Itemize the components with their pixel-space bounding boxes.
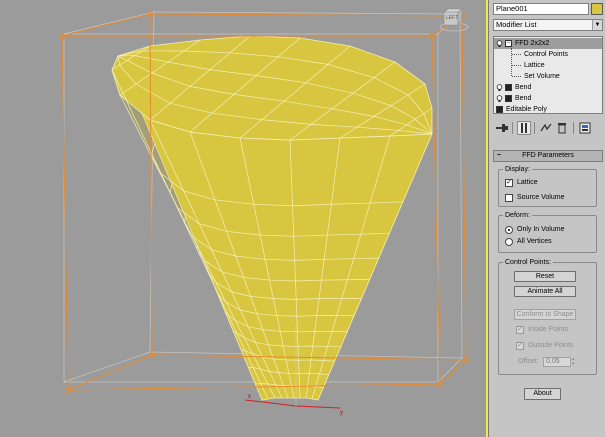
radio-selected-icon[interactable] [505, 226, 513, 234]
bounding-box-edge [63, 351, 151, 383]
show-end-result-button[interactable] [517, 121, 531, 135]
option-label: Outside Points [528, 342, 574, 349]
display-group: Display: ✓ Lattice Source Volume [498, 165, 597, 207]
viewcube[interactable]: LEFT [440, 8, 469, 32]
expand-plus-icon[interactable] [505, 95, 512, 102]
command-panel: Plane001 Modifier List ▼ − FFD 2x2x2 Con… [488, 0, 605, 437]
expand-plus-icon[interactable] [496, 106, 503, 113]
bounding-box-edge [63, 11, 155, 35]
option-label: Only In Volume [517, 226, 565, 233]
axis-y-label: y [340, 410, 343, 416]
show-end-result-icon [521, 123, 527, 133]
expand-minus-icon[interactable]: − [505, 40, 512, 47]
subitem-label: Lattice [524, 62, 545, 69]
perspective-viewport[interactable]: xy LEFT [0, 0, 488, 437]
animate-all-button[interactable]: Animate All [514, 286, 576, 297]
offset-label: Offset: [518, 358, 539, 365]
lightbulb-icon[interactable] [496, 95, 503, 102]
axis-x-label: x [248, 394, 251, 400]
checkmark-icon[interactable]: ✓ [516, 342, 524, 350]
offset-spinner[interactable]: 0,05 [543, 357, 571, 367]
subitem-label: Control Points [524, 51, 568, 58]
lattice-edge [67, 383, 441, 391]
lattice-edge [61, 35, 69, 391]
viewcube-label: LEFT [446, 15, 459, 21]
stack-subitem-lattice[interactable]: Lattice [494, 60, 602, 71]
reset-button[interactable]: Reset [514, 271, 576, 282]
pin-stack-button[interactable] [495, 121, 509, 135]
configure-modifier-sets-button[interactable] [578, 121, 592, 135]
toolbar-divider [573, 122, 574, 134]
make-unique-icon [540, 123, 552, 132]
group-label: Control Points: [503, 258, 553, 267]
stack-item-bend[interactable]: Bend [494, 82, 602, 93]
group-label: Display: [503, 165, 532, 174]
stack-subitem-set-volume[interactable]: Set Volume [494, 71, 602, 82]
stack-subitem-control-points[interactable]: Control Points [494, 49, 602, 60]
lattice-edge [439, 359, 467, 385]
modifier-list-label: Modifier List [496, 20, 537, 29]
lattice-edge [461, 15, 467, 361]
lattice-edge [67, 354, 153, 391]
offset-value: 0,05 [546, 358, 560, 365]
control-points-group: Control Points: Reset Animate All Confor… [498, 258, 597, 375]
spinner-arrows-icon[interactable]: ▴ ▾ [572, 357, 578, 367]
stack-item-label: Bend [515, 84, 532, 91]
group-label: Deform: [503, 211, 532, 220]
stack-item-label: FFD 2x2x2 [515, 40, 550, 47]
lightbulb-icon[interactable] [496, 84, 503, 91]
about-button[interactable]: About [524, 388, 561, 400]
configure-sets-icon [579, 122, 591, 134]
collapse-minus-icon[interactable]: − [497, 151, 501, 161]
stack-item-bend[interactable]: Bend [494, 93, 602, 104]
expand-plus-icon[interactable] [505, 84, 512, 91]
viewcube-icon [440, 8, 469, 32]
subitem-label: Set Volume [524, 73, 560, 80]
object-name-value: Plane001 [496, 4, 528, 13]
option-label: Inside Points [528, 326, 569, 333]
make-unique-button[interactable] [539, 121, 553, 135]
lattice-edge [61, 13, 151, 37]
funnel-mesh[interactable] [111, 35, 433, 401]
toolbar-divider [534, 122, 535, 134]
bounding-box-edge [153, 11, 461, 15]
bounding-box-edge [459, 13, 463, 359]
lightbulb-icon[interactable] [496, 40, 503, 47]
scene-svg: xy [59, 11, 469, 416]
ffd-parameters-rollout-header[interactable]: − FFD Parameters [493, 150, 603, 162]
rollout-title: FFD Parameters [522, 152, 574, 159]
modifier-list-dropdown[interactable]: Modifier List ▼ [493, 19, 603, 31]
axis-y-line [295, 405, 341, 409]
checkbox-box[interactable] [505, 194, 513, 202]
conform-to-shape-button[interactable]: Conform to Shape [514, 309, 576, 320]
toolbar-divider [512, 122, 513, 134]
modifier-stack[interactable]: − FFD 2x2x2 Control Points Lattice Set V… [493, 36, 603, 114]
checkmark-icon[interactable]: ✓ [516, 326, 524, 334]
radio-icon[interactable] [505, 238, 513, 246]
option-label: All Vertices [517, 238, 552, 245]
axis-x-line [244, 399, 297, 407]
option-label: Source Volume [517, 194, 565, 201]
lattice-edge [149, 13, 463, 17]
checkmark-icon[interactable]: ✓ [505, 179, 513, 187]
lattice-edge [431, 35, 441, 385]
stack-item-label: Editable Poly [506, 106, 547, 113]
object-name-field[interactable]: Plane001 [493, 3, 589, 15]
stack-toolbar [489, 118, 605, 140]
remove-modifier-button[interactable] [555, 121, 569, 135]
pin-stack-icon [496, 124, 508, 132]
deform-group: Deform: Only In Volume All Vertices [498, 211, 597, 253]
object-color-swatch[interactable] [591, 3, 603, 15]
stack-item-editable-poly[interactable]: Editable Poly [494, 104, 602, 113]
bounding-box-edge [437, 357, 463, 383]
remove-modifier-icon [558, 123, 566, 134]
option-label: Lattice [517, 179, 538, 186]
stack-item-label: Bend [515, 95, 532, 102]
chevron-down-icon[interactable]: ▼ [592, 20, 602, 30]
